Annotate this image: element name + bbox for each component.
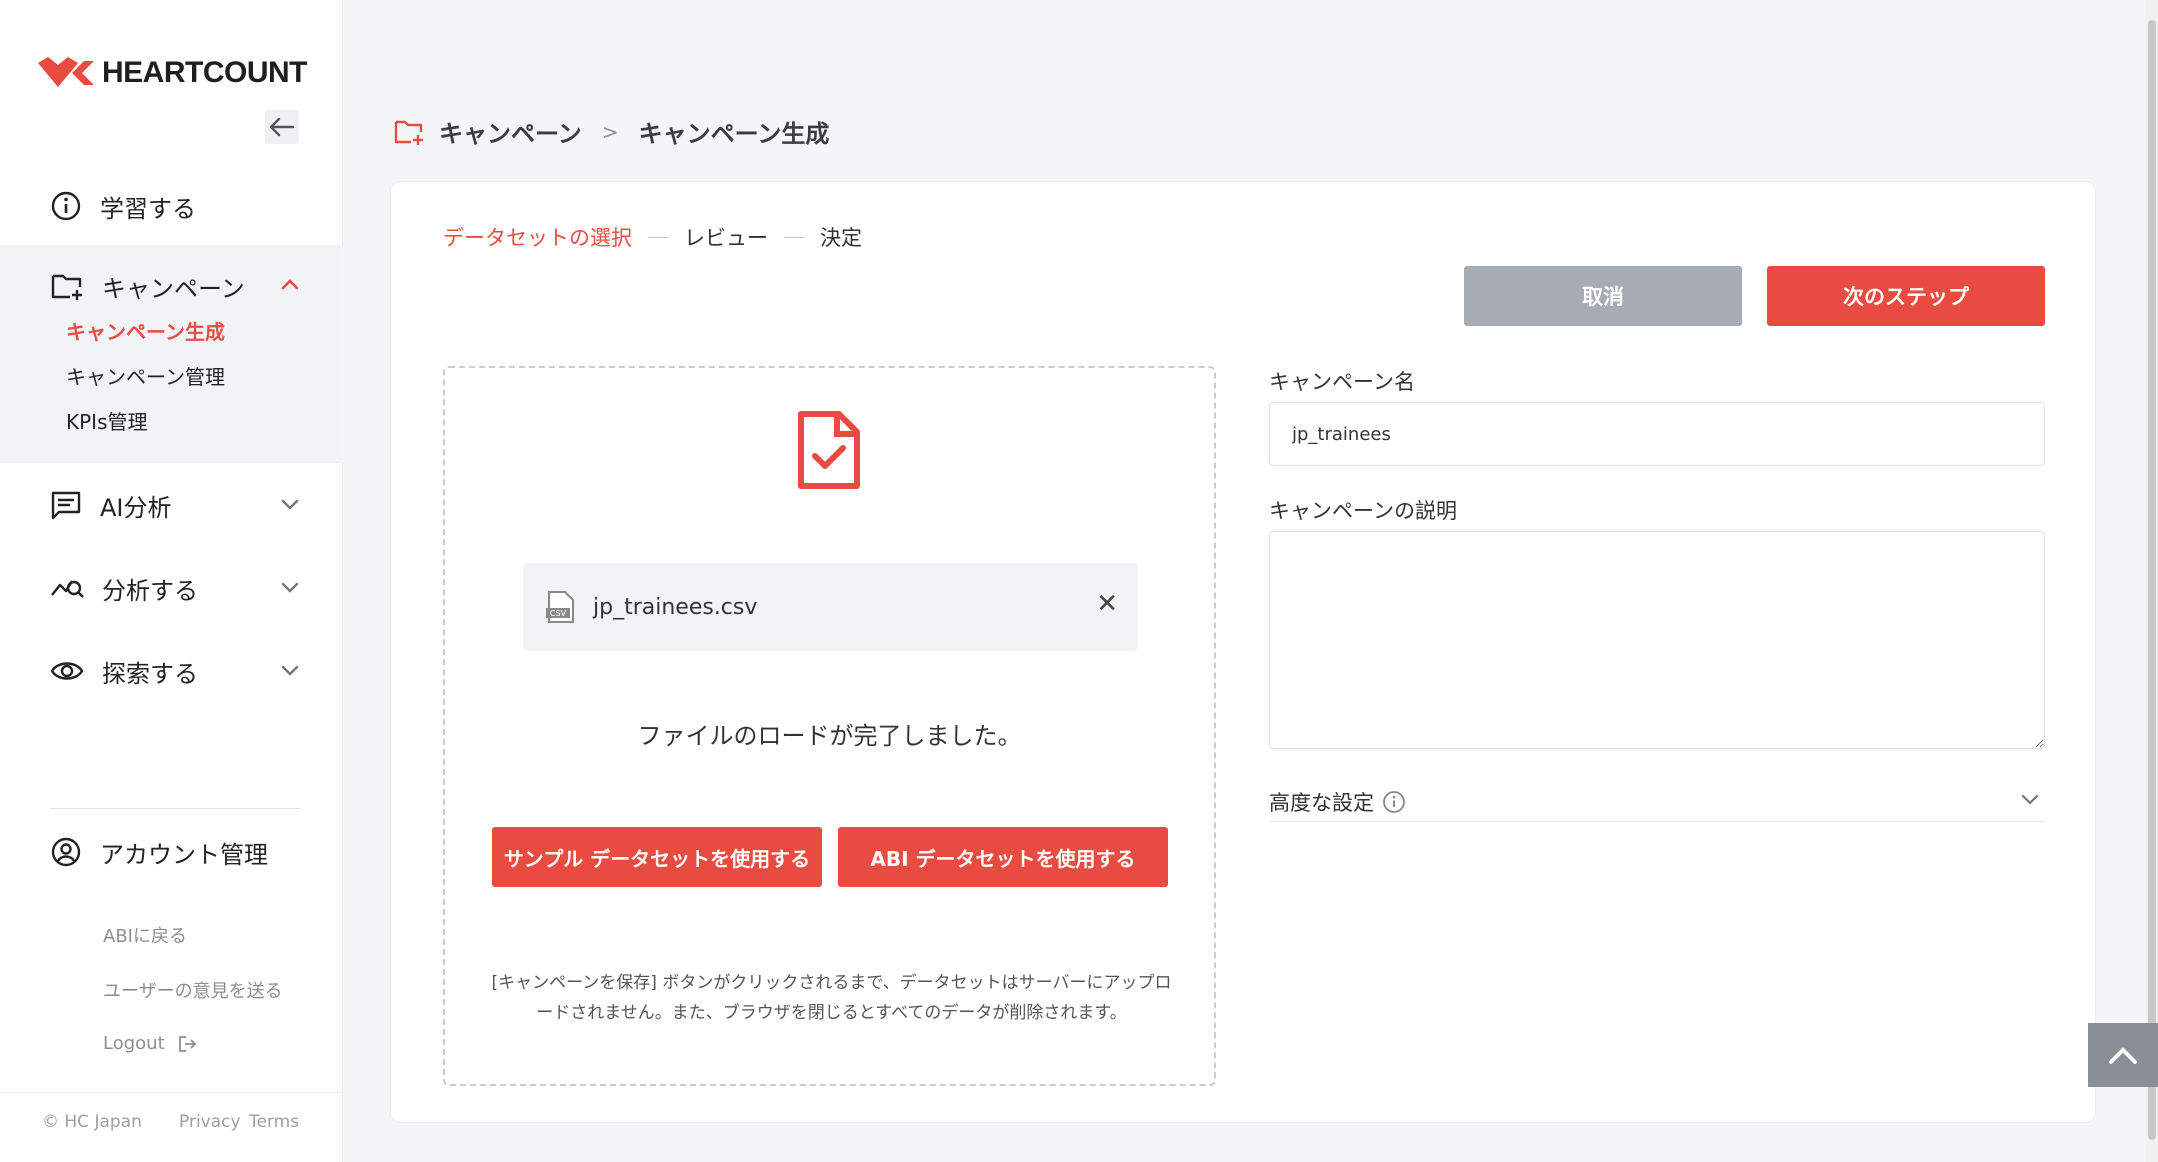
copyright: © HC Japan	[42, 1112, 142, 1132]
sidebar-item-explore[interactable]: 探索する	[0, 641, 343, 701]
step-separator	[784, 236, 804, 238]
sidebar-item-ai-analysis[interactable]: AI分析	[0, 475, 343, 535]
sidebar-item-label: 探索する	[102, 659, 198, 688]
file-dropzone[interactable]: CSV jp_trainees.csv ✕ ファイルのロードが完了しました。 サ…	[443, 366, 1216, 1086]
sidebar-subitem-campaign-manage[interactable]: キャンペーン管理	[66, 361, 225, 390]
scrollbar-thumb[interactable]	[2148, 20, 2156, 1140]
chevron-up-icon	[2109, 1047, 2137, 1064]
upload-notice: [キャンペーンを保存] ボタンがクリックされるまで、データセットはサーバーにアッ…	[491, 973, 1172, 1023]
sidebar-item-campaign[interactable]: キャンペーン	[0, 256, 343, 316]
csv-file-icon: CSV	[546, 591, 574, 623]
collapse-sidebar-button[interactable]	[265, 110, 299, 144]
terms-link[interactable]: Terms	[249, 1112, 299, 1132]
logout-label: Logout	[103, 1033, 165, 1054]
user-circle-icon	[51, 837, 81, 867]
info-icon[interactable]	[1382, 790, 1406, 814]
scroll-to-top-button[interactable]	[2088, 1023, 2158, 1087]
breadcrumb-separator: >	[601, 119, 619, 144]
campaign-name-label: キャンペーン名	[1269, 370, 1415, 394]
step-separator	[648, 236, 668, 238]
logout-icon	[178, 1035, 196, 1052]
sidebar-item-label: AI分析	[100, 493, 172, 522]
sidebar-subitem-kpis[interactable]: KPIs管理	[66, 406, 148, 435]
chevron-down-icon[interactable]	[2019, 788, 2041, 810]
logo[interactable]: HEARTCOUNT	[36, 56, 308, 90]
chevron-down-icon[interactable]	[279, 493, 301, 515]
sidebar-subitem-campaign-create[interactable]: キャンペーン生成	[66, 316, 225, 345]
cancel-button[interactable]: 取消	[1464, 266, 1742, 326]
next-step-button[interactable]: 次のステップ	[1767, 266, 2045, 326]
eye-icon	[50, 662, 84, 680]
chat-icon	[51, 491, 81, 520]
folder-plus-icon	[394, 120, 423, 145]
sidebar-divider	[50, 808, 300, 809]
analytics-icon	[51, 580, 84, 598]
step-decide: 決定	[820, 226, 862, 250]
send-feedback-link[interactable]: ユーザーの意見を送る	[103, 977, 283, 1003]
step-dataset-select: データセットの選択	[443, 226, 632, 250]
privacy-link[interactable]: Privacy	[179, 1112, 241, 1132]
use-sample-dataset-button[interactable]: サンプル データセットを使用する	[492, 827, 822, 887]
logout-link[interactable]: Logout	[103, 1033, 197, 1054]
sidebar: HEARTCOUNT 学習する キャンペーン キャンペーン生成 キャンペーン管理…	[0, 0, 343, 1162]
step-review: レビュー	[684, 226, 768, 250]
remove-file-icon[interactable]: ✕	[1096, 589, 1118, 619]
arrow-left-icon	[269, 117, 295, 137]
brand-name: HEARTCOUNT	[102, 56, 308, 89]
breadcrumb-parent[interactable]: キャンペーン	[439, 114, 582, 149]
breadcrumb: キャンペーン > キャンペーン生成	[393, 114, 829, 149]
folder-plus-icon	[51, 274, 82, 300]
sidebar-item-analyze[interactable]: 分析する	[0, 558, 343, 618]
upload-complete-message: ファイルのロードが完了しました。	[637, 722, 1022, 750]
campaign-description-label: キャンペーンの説明	[1269, 499, 1457, 523]
sidebar-item-learn[interactable]: 学習する	[0, 176, 343, 236]
chevron-up-icon[interactable]	[279, 274, 301, 296]
sidebar-item-account[interactable]: アカウント管理	[0, 822, 343, 882]
file-check-icon	[798, 411, 860, 489]
campaign-create-card: データセットの選択 レビュー 決定 取消 次のステップ CSV jp_train…	[390, 181, 2096, 1123]
heart-logo-icon	[38, 57, 94, 87]
uploaded-file-name: jp_trainees.csv	[593, 594, 758, 620]
sidebar-item-label: キャンペーン	[102, 274, 245, 303]
sidebar-item-label: アカウント管理	[100, 840, 268, 869]
stepper: データセットの選択 レビュー 決定	[443, 222, 862, 252]
info-icon	[51, 191, 81, 221]
breadcrumb-current: キャンペーン生成	[638, 120, 830, 148]
back-to-abi-link[interactable]: ABIに戻る	[103, 922, 187, 948]
campaign-description-input[interactable]	[1269, 531, 2045, 749]
campaign-name-input[interactable]	[1269, 402, 2045, 466]
sidebar-item-label: 学習する	[100, 194, 196, 223]
svg-text:CSV: CSV	[550, 609, 567, 618]
uploaded-file-chip: CSV jp_trainees.csv ✕	[523, 563, 1138, 651]
sidebar-item-label: 分析する	[102, 576, 198, 605]
use-abi-dataset-button[interactable]: ABI データセットを使用する	[838, 827, 1168, 887]
chevron-down-icon[interactable]	[279, 576, 301, 598]
sidebar-footer-divider	[0, 1092, 343, 1093]
advanced-settings-toggle[interactable]: 高度な設定	[1269, 782, 2045, 822]
chevron-down-icon[interactable]	[279, 659, 301, 681]
advanced-settings-label: 高度な設定	[1269, 790, 1374, 815]
